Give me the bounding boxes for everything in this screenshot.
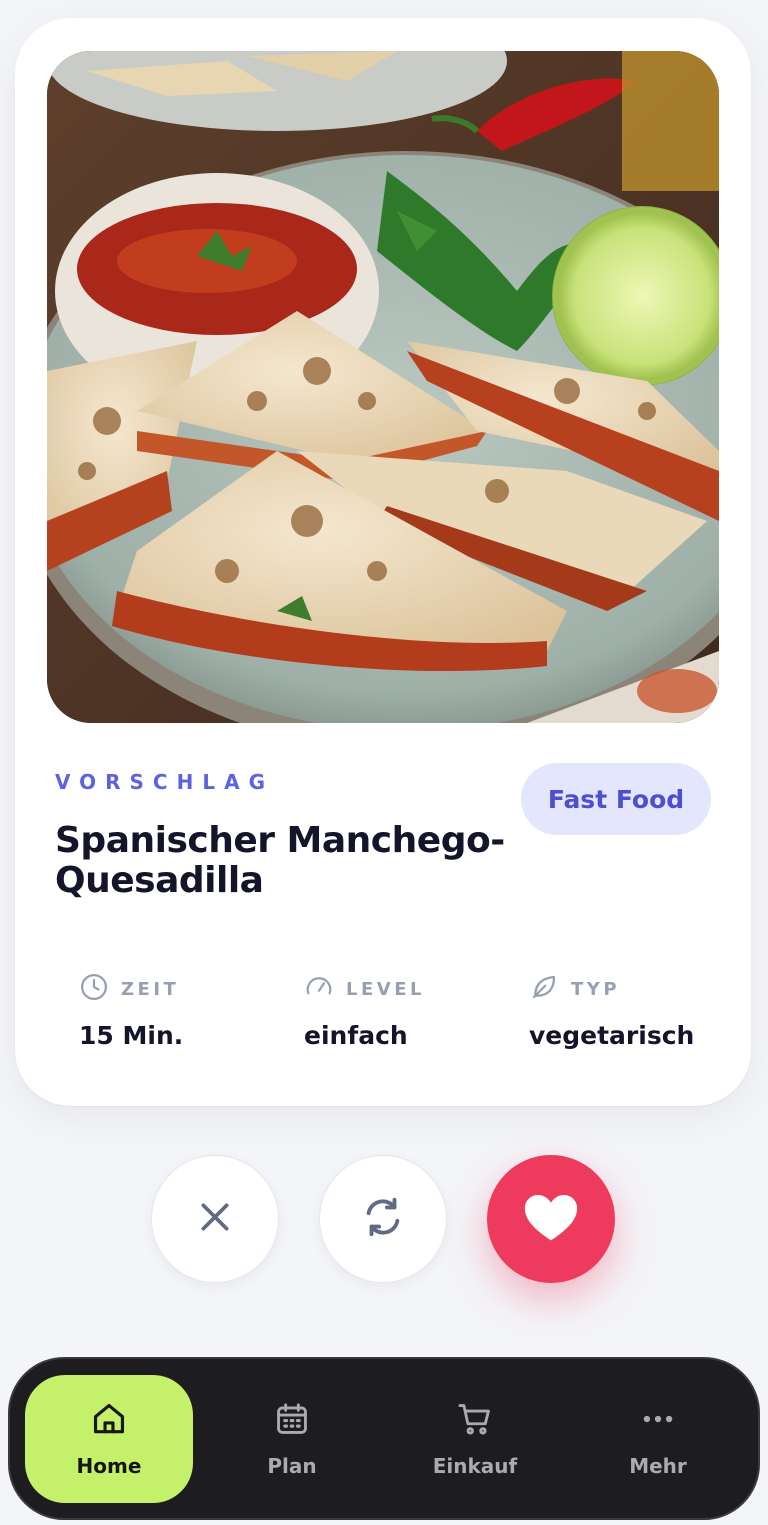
nav-item-home[interactable]: Home (25, 1375, 193, 1503)
nav-label-mehr: Mehr (629, 1454, 687, 1478)
bottom-navigation: Home Plan Einkauf Mehr (8, 1357, 760, 1520)
like-button[interactable] (487, 1155, 615, 1283)
nav-label-home: Home (76, 1454, 142, 1478)
nav-item-mehr[interactable]: Mehr (574, 1375, 742, 1503)
leaf-icon (529, 972, 559, 1006)
stat-time-label: ZEIT (121, 978, 180, 1000)
home-icon (90, 1400, 128, 1442)
close-icon (195, 1197, 235, 1241)
more-icon (639, 1400, 677, 1442)
recipe-title: Spanischer Manchego-Quesadilla (55, 820, 505, 901)
recipe-card[interactable]: VORSCHLAG Spanischer Manchego-Quesadilla… (15, 18, 751, 1106)
calendar-icon (273, 1400, 311, 1442)
dismiss-button[interactable] (151, 1155, 279, 1283)
recipe-photo (47, 51, 719, 723)
nav-item-plan[interactable]: Plan (208, 1375, 376, 1503)
stat-level-value: einfach (304, 1021, 408, 1050)
suggestion-eyebrow: VORSCHLAG (55, 770, 274, 794)
category-badge: Fast Food (521, 763, 711, 835)
clock-icon (79, 972, 109, 1006)
stat-time-value: 15 Min. (79, 1021, 184, 1050)
stat-level: LEVEL einfach (304, 973, 425, 1050)
nav-label-plan: Plan (267, 1454, 317, 1478)
stat-type-label: TYP (571, 978, 621, 1000)
stat-time: ZEIT 15 Min. (79, 973, 183, 1050)
shuffle-button[interactable] (319, 1155, 447, 1283)
stat-level-label: LEVEL (346, 978, 425, 1000)
stat-type: TYP vegetarisch (529, 973, 694, 1050)
stat-type-value: vegetarisch (529, 1021, 695, 1050)
nav-label-einkauf: Einkauf (432, 1454, 518, 1478)
refresh-icon (360, 1194, 406, 1244)
gauge-icon (304, 972, 334, 1006)
heart-icon (518, 1184, 584, 1254)
cart-icon (456, 1400, 494, 1442)
nav-item-einkauf[interactable]: Einkauf (391, 1375, 559, 1503)
